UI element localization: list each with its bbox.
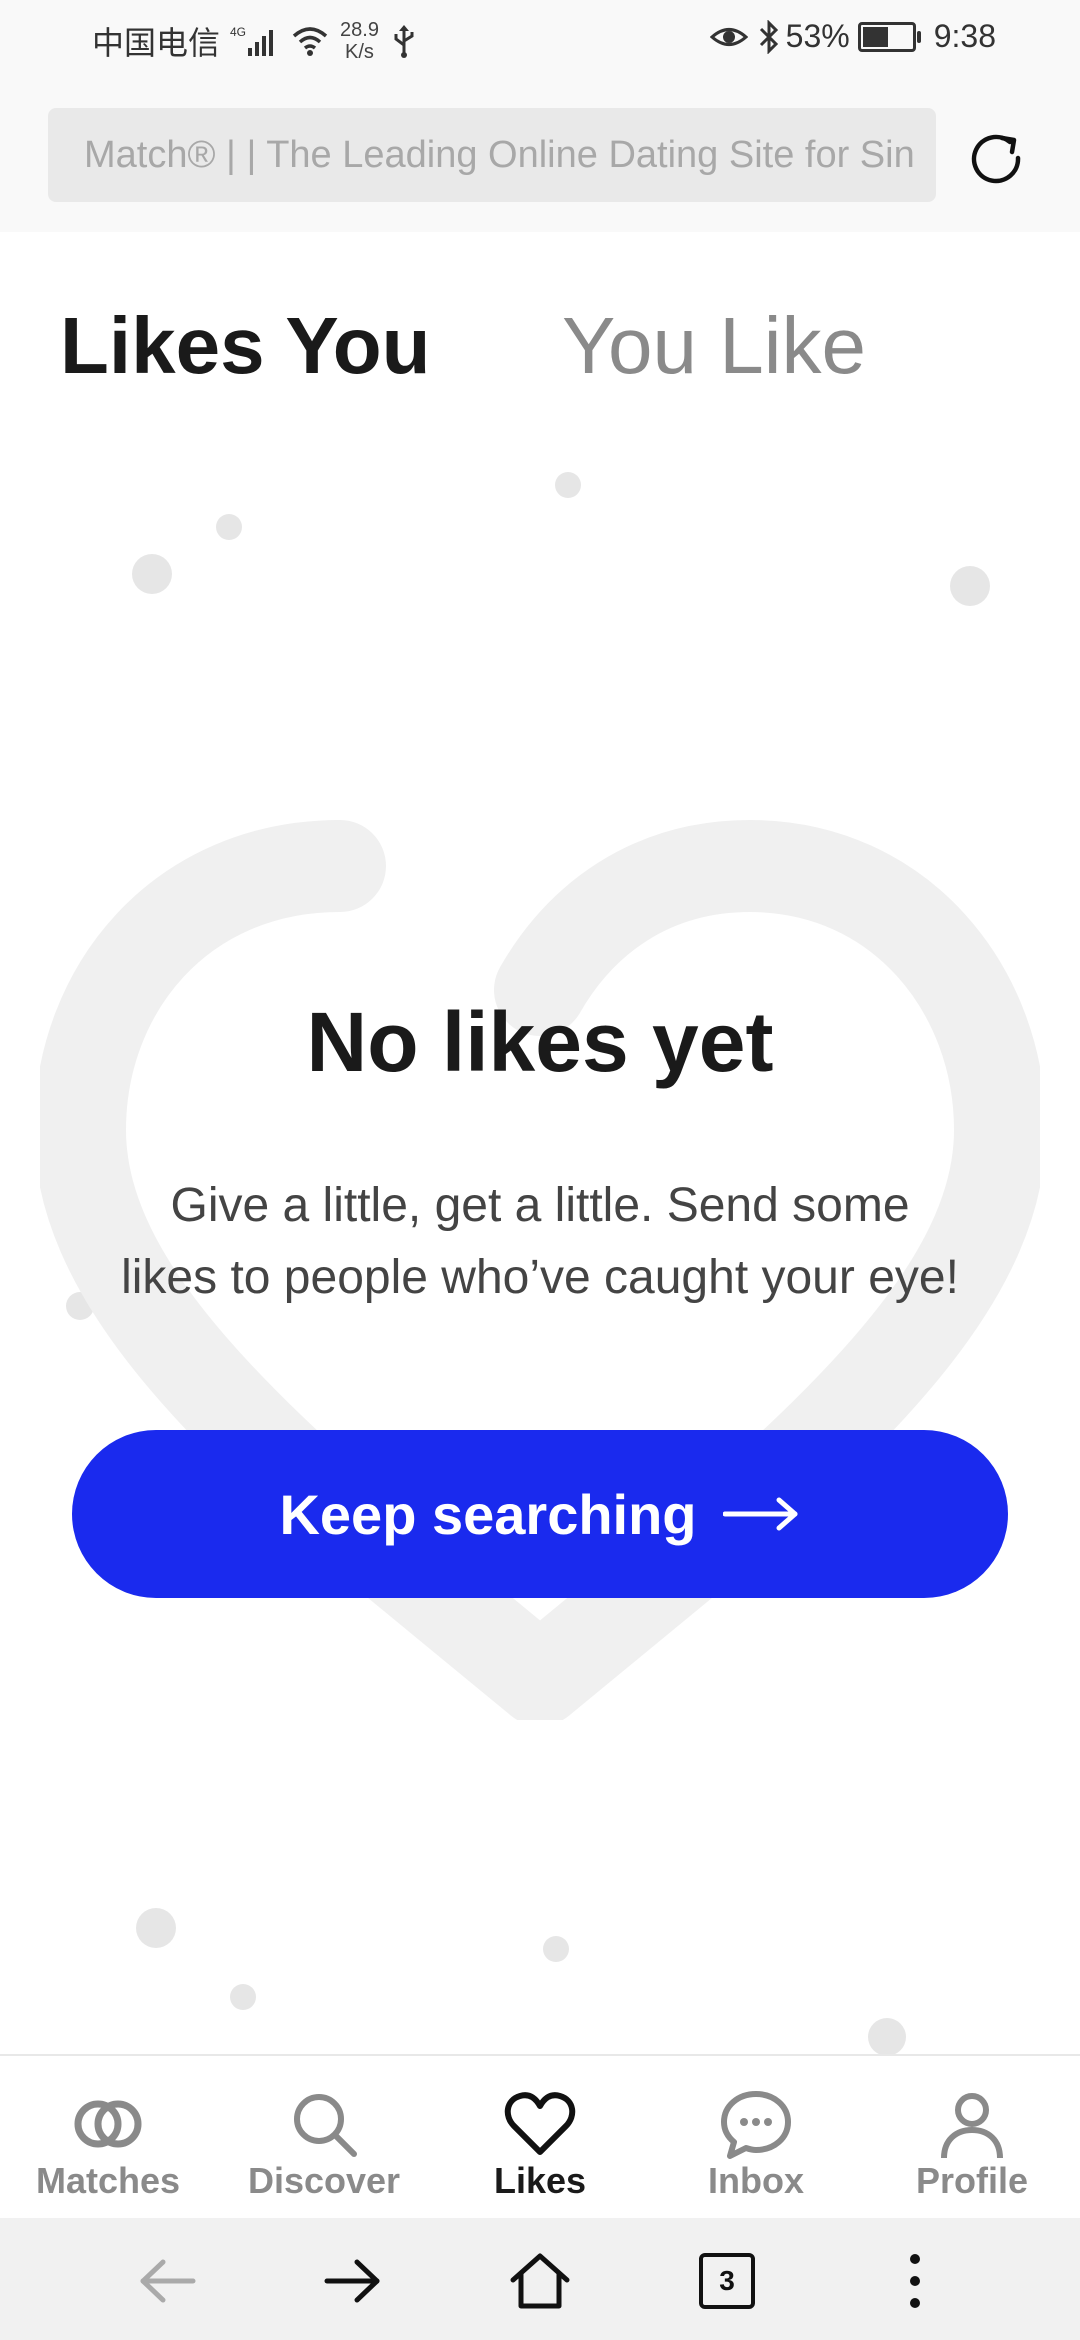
decor-dot — [868, 2018, 906, 2056]
bottom-navigation: Matches Discover Likes Inbox Profile — [0, 2054, 1080, 2220]
status-bar: 中国电信 4G 28.9 K/s 53% 9:38 — [0, 0, 1080, 88]
description-line: likes to people who’ve caught your eye! — [121, 1251, 959, 1304]
clock: 9:38 — [933, 18, 996, 54]
keep-searching-button[interactable]: Keep searching — [72, 1430, 1008, 1598]
browser-address-bar: Match® | | The Leading Online Dating Sit… — [0, 88, 1080, 232]
tab-likes-you[interactable]: Likes You — [60, 300, 431, 392]
forward-button[interactable] — [318, 2246, 388, 2316]
chat-bubble-icon — [721, 2091, 791, 2159]
tab-you-like[interactable]: You Like — [562, 300, 866, 392]
carrier-name: 中国电信 — [92, 25, 221, 61]
matches-rings-icon — [74, 2100, 142, 2148]
battery-icon — [857, 21, 921, 52]
nav-item-likes[interactable]: Likes — [432, 2056, 648, 2220]
bluetooth-icon — [758, 19, 780, 54]
usb-icon — [389, 23, 419, 59]
browser-toolbar: 3 — [0, 2218, 1080, 2340]
home-icon — [510, 2253, 570, 2309]
menu-button[interactable] — [880, 2246, 950, 2316]
search-icon — [294, 2094, 357, 2157]
nav-label: Likes — [493, 2160, 587, 2201]
arrow-right-icon — [722, 1494, 801, 1534]
network-speed: 28.9 K/s — [340, 19, 379, 63]
decor-dot — [230, 1984, 256, 2010]
status-right: 53% 9:38 — [700, 18, 996, 55]
nav-item-matches[interactable]: Matches — [0, 2056, 216, 2220]
arrow-left-icon — [140, 2259, 196, 2303]
tab-count: 3 — [699, 2253, 755, 2309]
nav-item-inbox[interactable]: Inbox — [648, 2056, 864, 2220]
back-button[interactable] — [132, 2246, 202, 2316]
person-icon — [941, 2093, 1003, 2159]
speed-value: 28.9 — [340, 19, 379, 41]
empty-state-description: Give a little, get a little. Send some l… — [60, 1170, 1020, 1314]
more-vertical-icon — [910, 2254, 920, 2308]
nav-item-discover[interactable]: Discover — [216, 2056, 432, 2220]
decor-dot — [543, 1936, 569, 1962]
decor-dot — [136, 1908, 176, 1948]
decor-dot — [132, 554, 172, 594]
tabs-button[interactable]: 3 — [692, 2246, 762, 2316]
decor-dot — [555, 472, 581, 498]
speed-unit: K/s — [345, 41, 374, 63]
url-field[interactable]: Match® | | The Leading Online Dating Sit… — [48, 108, 936, 202]
keep-searching-label: Keep searching — [279, 1482, 697, 1546]
eye-comfort-icon — [709, 22, 748, 52]
decor-dot — [216, 514, 242, 540]
nav-label: Discover — [247, 2160, 401, 2201]
home-button[interactable] — [505, 2246, 575, 2316]
nav-label: Matches — [35, 2160, 181, 2201]
nav-item-profile[interactable]: Profile — [864, 2056, 1080, 2220]
status-left: 中国电信 4G 28.9 K/s — [92, 18, 419, 64]
nav-label: Profile — [915, 2160, 1029, 2201]
network-type: 4G — [230, 25, 246, 39]
battery-percent: 53% — [785, 18, 850, 54]
url-text: Match® | | The Leading Online Dating Sit… — [84, 134, 915, 176]
empty-state-title: No likes yet — [306, 995, 774, 1089]
nav-label: Inbox — [708, 2160, 804, 2201]
arrow-right-icon — [324, 2259, 380, 2303]
cellular-signal-icon: 4G — [230, 24, 280, 58]
reload-icon[interactable] — [966, 128, 1026, 188]
heart-icon — [504, 2092, 576, 2155]
description-line: Give a little, get a little. Send some — [170, 1179, 910, 1232]
decor-dot — [950, 566, 990, 606]
wifi-icon — [290, 24, 330, 58]
